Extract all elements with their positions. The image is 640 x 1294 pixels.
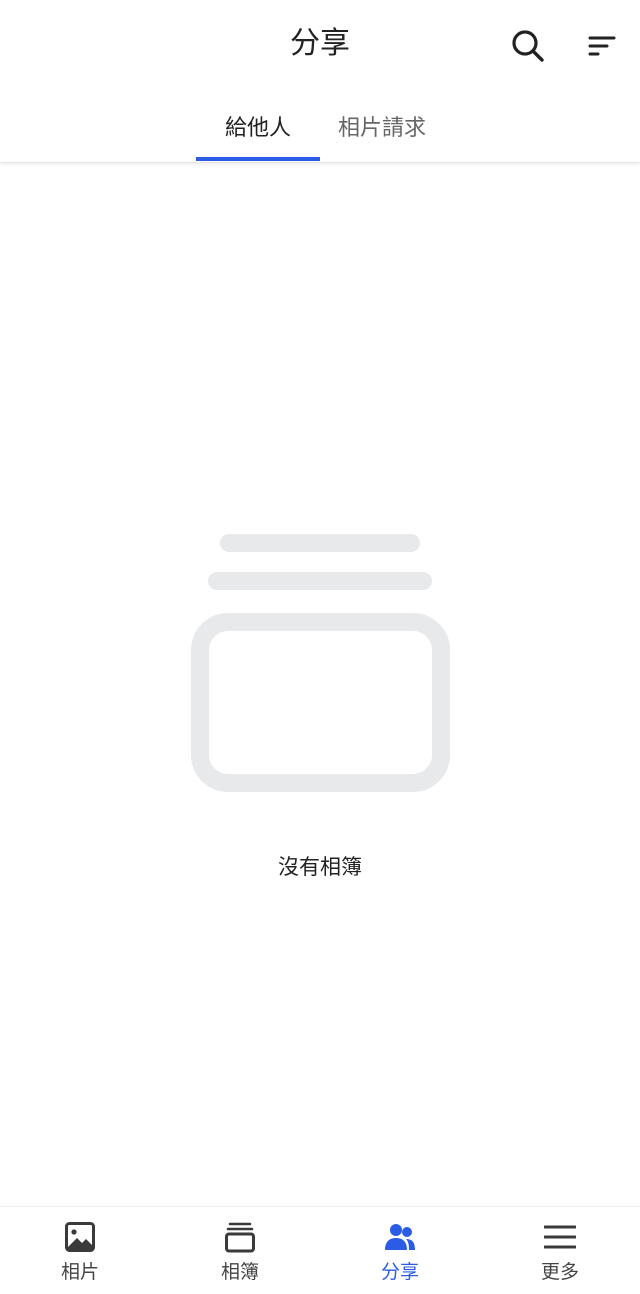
nav-label-photos: 相片 [60, 1261, 99, 1283]
sort-icon [588, 36, 616, 56]
nav-item-more[interactable]: 更多 [480, 1207, 640, 1294]
active-tab-indicator [196, 157, 320, 161]
share-screen: 分享 給他人 相片請求 沒有相簿 相片 相簿 分享 更多 [0, 0, 640, 1294]
people-icon [385, 1224, 415, 1250]
nav-item-share[interactable]: 分享 [320, 1207, 480, 1294]
tab-photo-requests[interactable]: 相片請求 [322, 90, 442, 162]
empty-state-message: 沒有相簿 [278, 855, 362, 879]
nav-label-albums: 相簿 [220, 1261, 259, 1283]
tab-bar: 給他人 相片請求 [0, 90, 640, 163]
bottom-nav: 相片 相簿 分享 更多 [0, 1206, 640, 1294]
album-icon [225, 1222, 255, 1253]
search-icon [512, 30, 544, 62]
nav-label-share: 分享 [380, 1261, 419, 1283]
menu-icon [544, 1225, 576, 1249]
search-button[interactable] [506, 24, 550, 68]
tab-share-to-others[interactable]: 給他人 [196, 90, 320, 162]
album-stack-icon [191, 534, 450, 792]
nav-item-albums[interactable]: 相簿 [160, 1207, 320, 1294]
nav-item-photos[interactable]: 相片 [0, 1207, 160, 1294]
sort-button[interactable] [580, 24, 624, 68]
image-icon [65, 1222, 95, 1252]
app-header: 分享 [0, 0, 640, 90]
nav-label-more: 更多 [540, 1261, 579, 1283]
